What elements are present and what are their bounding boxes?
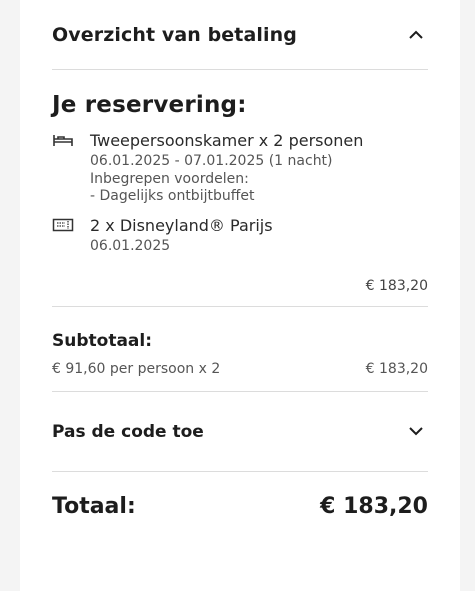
total-amount: € 183,20 [320, 494, 428, 519]
benefit-item: - Dagelijks ontbijtbuffet [90, 188, 255, 204]
bed-icon [52, 130, 76, 150]
room-item: Tweepersoonskamer x 2 personen 06.01.202… [52, 130, 428, 205]
benefits-label: Inbegrepen voordelen: [90, 171, 249, 187]
ticket-item: 2 x Disneyland® Parijs 06.01.2025 [52, 215, 428, 256]
room-dates: 06.01.2025 - 07.01.2025 (1 nacht) [90, 153, 333, 169]
total-label: Totaal: [52, 494, 136, 519]
subtotal-amount: € 183,20 [365, 361, 428, 377]
ticket-name: 2 x Disneyland® Parijs [90, 216, 273, 235]
payment-overview-title: Overzicht van betaling [52, 23, 297, 46]
reservation-title: Je reservering: [52, 92, 247, 118]
page-background: Overzicht van betaling Je reservering: T… [0, 0, 475, 591]
payment-overview-header[interactable]: Overzicht van betaling [52, 0, 428, 70]
subtotal-row: € 91,60 per persoon x 2 € 183,20 [52, 361, 428, 392]
promo-code-title: Pas de code toe [52, 421, 204, 442]
payment-overview-panel: Overzicht van betaling Je reservering: T… [20, 0, 460, 591]
reservation-price: € 183,20 [52, 278, 428, 307]
total-row: Totaal: € 183,20 [52, 494, 428, 519]
subtotal-title: Subtotaal: [52, 331, 153, 351]
chevron-up-icon[interactable] [404, 23, 428, 47]
promo-code-toggle[interactable]: Pas de code toe [52, 392, 428, 472]
ticket-date: 06.01.2025 [90, 238, 171, 254]
subtotal-detail: € 91,60 per persoon x 2 [52, 361, 221, 377]
chevron-down-icon[interactable] [404, 420, 428, 444]
room-name: Tweepersoonskamer x 2 personen [90, 131, 364, 150]
ticket-icon [52, 215, 76, 235]
